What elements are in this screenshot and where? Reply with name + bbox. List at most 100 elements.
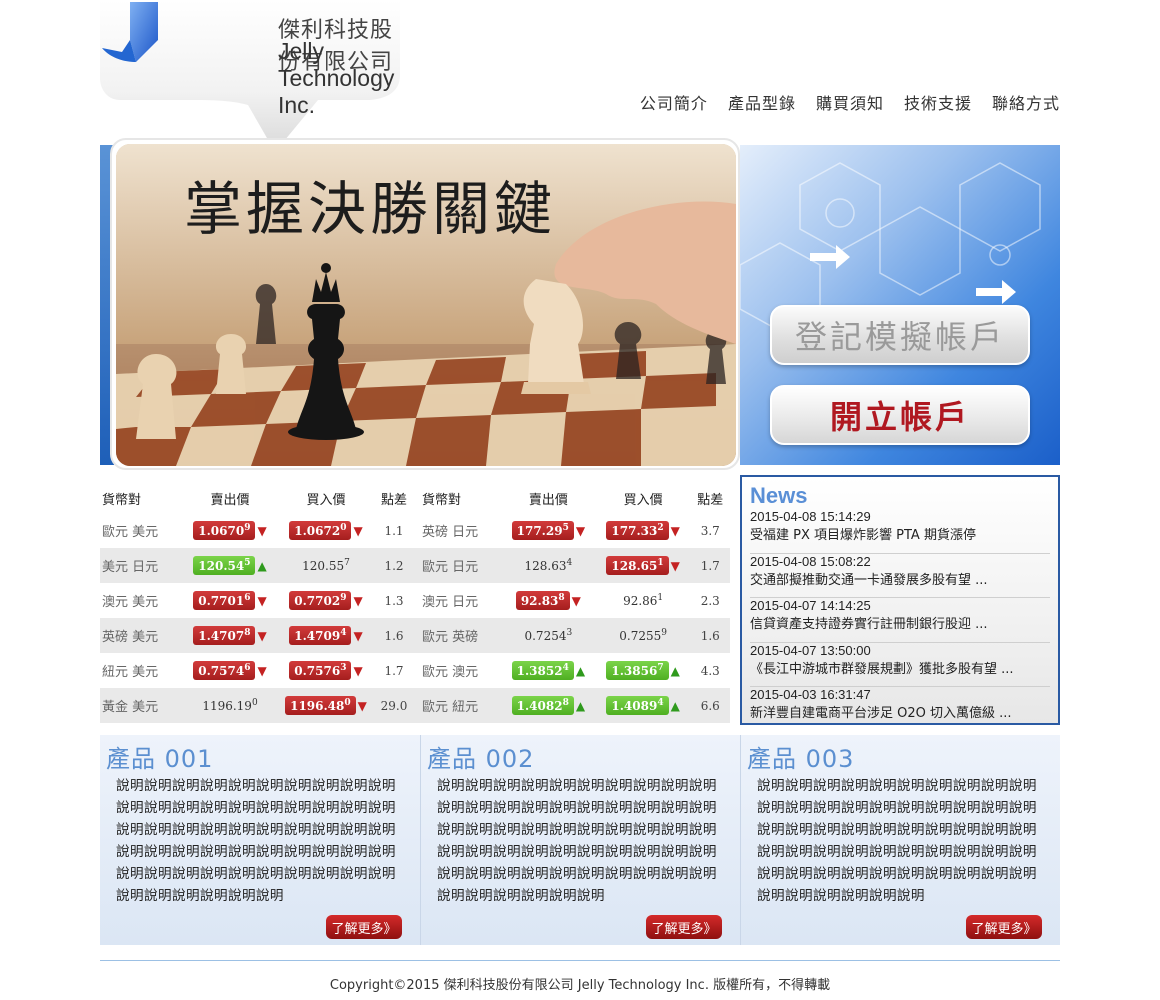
price-main: 92.86 [623, 594, 658, 608]
buy-price: 128.651 ▼ [606, 556, 680, 575]
news-item[interactable]: 2015-04-07 14:14:25 信貸資產支持證券實行註冊制銀行股迎 ..… [750, 598, 1050, 643]
price-main: 1.4707 [198, 629, 245, 643]
buy-cell: 0.77029 ▼ [278, 591, 374, 610]
page: 傑利科技股份有限公司 Jelly Technology Inc. 公司簡介 產品… [0, 0, 1160, 1000]
spread: 1.7 [700, 558, 720, 573]
buy-cell: 1.47094 ▼ [278, 626, 374, 645]
table-row: 歐元 美元 1.06709 ▼ 1.06720 ▼ 1.1 英磅 日元 177.295 ▼ 177… [100, 513, 730, 548]
arrow-down-icon: ▼ [257, 593, 267, 608]
price-value: 1.47094 [289, 626, 352, 645]
product-title: 產品 003 [747, 745, 855, 773]
buy-price: 1.38567 ▲ [606, 661, 680, 680]
price-pip: 0 [251, 698, 258, 708]
price-main: 1.4709 [294, 629, 341, 643]
nav-item-about[interactable]: 公司簡介 [640, 90, 708, 114]
product-description: 說明說明說明說明說明說明說明說明說明說明說明說明說明說明說明說明說明說明說明說明… [437, 778, 717, 904]
news-item[interactable]: 2015-04-08 15:08:22 交通部擬推動交通一卡通發展多股有望 ..… [750, 553, 1050, 598]
price-main: 1.3852 [516, 664, 563, 678]
hero-banner: 掌握決勝關鍵 [110, 138, 740, 470]
news-headline[interactable]: 信貸資產支持證券實行註冊制銀行股迎 ... [750, 613, 1050, 632]
currency-pair: 英磅 美元 [102, 630, 159, 645]
spread: 1.6 [700, 628, 720, 643]
arrow-down-icon: ▼ [257, 663, 267, 678]
learn-more-button[interactable]: 了解更多》 [646, 915, 722, 939]
sell-cell: 177.295 ▼ [501, 521, 596, 540]
arrow-up-icon: ▲ [670, 698, 680, 713]
sell-price: 0.77016 ▼ [193, 591, 267, 610]
nav-item-contact[interactable]: 聯絡方式 [992, 90, 1060, 114]
news-title: News [750, 483, 808, 508]
news-headline[interactable]: 交通部擬推動交通一卡通發展多股有望 ... [750, 569, 1050, 588]
news-item[interactable]: 2015-04-08 15:14:29 受福建 PX 項目爆炸影響 PTA 期貨… [750, 509, 1050, 554]
table-row: 英磅 美元 1.47078 ▼ 1.47094 ▼ 1.6 歐元 英磅 0.72543 0.72… [100, 618, 730, 653]
forex-quote: 歐元 美元 1.06709 ▼ 1.06720 ▼ 1.1 [100, 521, 420, 540]
learn-more-button[interactable]: 了解更多》 [326, 915, 402, 939]
price-pip: 8 [244, 628, 251, 638]
open-account-button[interactable]: 開立帳戶 [770, 385, 1030, 445]
news-date: 2015-04-07 13:50:00 [750, 642, 871, 658]
forex-quote: 歐元 日元 128.634 128.651 ▼ 1.7 [420, 556, 730, 575]
price-main: 128.63 [524, 559, 567, 573]
news-headline[interactable]: 《長江中游城市群發展規劃》獲批多股有望 ... [750, 658, 1050, 677]
demo-account-button[interactable]: 登記模擬帳戶 [770, 305, 1030, 365]
product-card: 產品 003 說明說明說明說明說明說明說明說明說明說明說明說明說明說明說明說明說… [740, 735, 1060, 945]
price-pip: 4 [566, 558, 573, 568]
news-headline[interactable]: 新洋豐自建電商平台涉足 O2O 切入萬億級 ... [750, 702, 1050, 721]
currency-pair: 美元 日元 [102, 560, 159, 575]
logo-tab[interactable]: 傑利科技股份有限公司 Jelly Technology Inc. [100, 0, 400, 158]
arrow-down-icon: ▼ [357, 698, 367, 713]
product-title: 產品 001 [106, 745, 214, 773]
buy-price: 0.75763 ▼ [289, 661, 363, 680]
nav-item-purchase[interactable]: 購買須知 [816, 90, 884, 114]
nav-item-support[interactable]: 技術支援 [904, 90, 972, 114]
account-panel: 登記模擬帳戶 開立帳戶 [740, 145, 1060, 465]
arrow-down-icon: ▼ [353, 628, 363, 643]
forex-quote: 美元 日元 120.545 ▲ 120.557 1.2 [100, 556, 420, 575]
news-date: 2015-04-03 16:31:47 [750, 687, 871, 702]
forex-quote: 澳元 美元 0.77016 ▼ 0.77029 ▼ 1.3 [100, 591, 420, 610]
products-section: 產品 001 說明說明說明說明說明說明說明說明說明說明說明說明說明說明說明說明說… [100, 735, 1060, 945]
spread: 1.2 [384, 558, 404, 573]
col-header-buy: 買入價 [306, 492, 346, 508]
sell-cell: 120.545 ▲ [182, 556, 278, 575]
price-pip: 7 [344, 558, 350, 568]
arrow-up-icon: ▲ [575, 698, 586, 713]
sell-price: 177.295 ▼ [511, 521, 585, 540]
spread: 3.7 [700, 523, 720, 538]
news-panel: News 2015-04-08 15:14:29 受福建 PX 項目爆炸影響 P… [740, 475, 1060, 725]
col-header-pair: 貨幣對 [422, 492, 462, 508]
news-date: 2015-04-08 15:08:22 [750, 553, 871, 569]
spread: 4.3 [700, 663, 720, 678]
price-main: 1.4089 [611, 699, 658, 713]
price-main: 1.3856 [611, 664, 658, 678]
price-main: 120.55 [302, 559, 345, 573]
arrow-down-icon: ▼ [353, 593, 363, 608]
sell-cell: 1.40828 ▲ [501, 696, 596, 715]
price-pip: 0 [340, 523, 347, 533]
arrow-down-icon: ▼ [670, 523, 680, 538]
product-card: 產品 001 說明說明說明說明說明說明說明說明說明說明說明說明說明說明說明說明說… [100, 735, 420, 945]
buy-cell: 120.557 [278, 556, 374, 575]
news-item[interactable]: 2015-04-07 13:50:00 《長江中游城市群發展規劃》獲批多股有望 … [750, 642, 1050, 687]
buy-cell: 1.40894 ▲ [596, 696, 691, 715]
price-value: 1196.480 [285, 696, 356, 715]
sell-cell: 0.77016 ▼ [182, 591, 278, 610]
footer-copyright: Copyright©2015 傑利科技股份有限公司 Jelly Technolo… [329, 978, 831, 993]
col-header-sell: 賣出價 [210, 492, 250, 508]
footer-divider [100, 960, 1060, 961]
price-main: 120.54 [198, 559, 245, 573]
news-item[interactable]: 2015-04-03 16:31:47 新洋豐自建電商平台涉足 O2O 切入萬億… [750, 687, 1050, 732]
sell-cell: 1.47078 ▼ [182, 626, 278, 645]
sell-cell: 1.06709 ▼ [182, 521, 278, 540]
price-pip: 9 [244, 523, 251, 533]
price-main: 0.7254 [524, 629, 567, 643]
sell-price: 0.72543 [520, 626, 576, 645]
price-pip: 0 [344, 698, 351, 708]
nav-item-catalog[interactable]: 產品型錄 [728, 90, 796, 114]
learn-more-button[interactable]: 了解更多》 [966, 915, 1042, 939]
forex-quote: 英磅 美元 1.47078 ▼ 1.47094 ▼ 1.6 [100, 626, 420, 645]
news-headline[interactable]: 受福建 PX 項目爆炸影響 PTA 期貨漲停 [750, 524, 1050, 543]
sell-price: 1.06709 ▼ [193, 521, 267, 540]
buy-cell: 177.332 ▼ [596, 521, 691, 540]
table-row: 黃金 美元 1196.190 1196.480 ▼ 29.0 歐元 紐元 1.40828 ▲ 1… [100, 688, 730, 723]
